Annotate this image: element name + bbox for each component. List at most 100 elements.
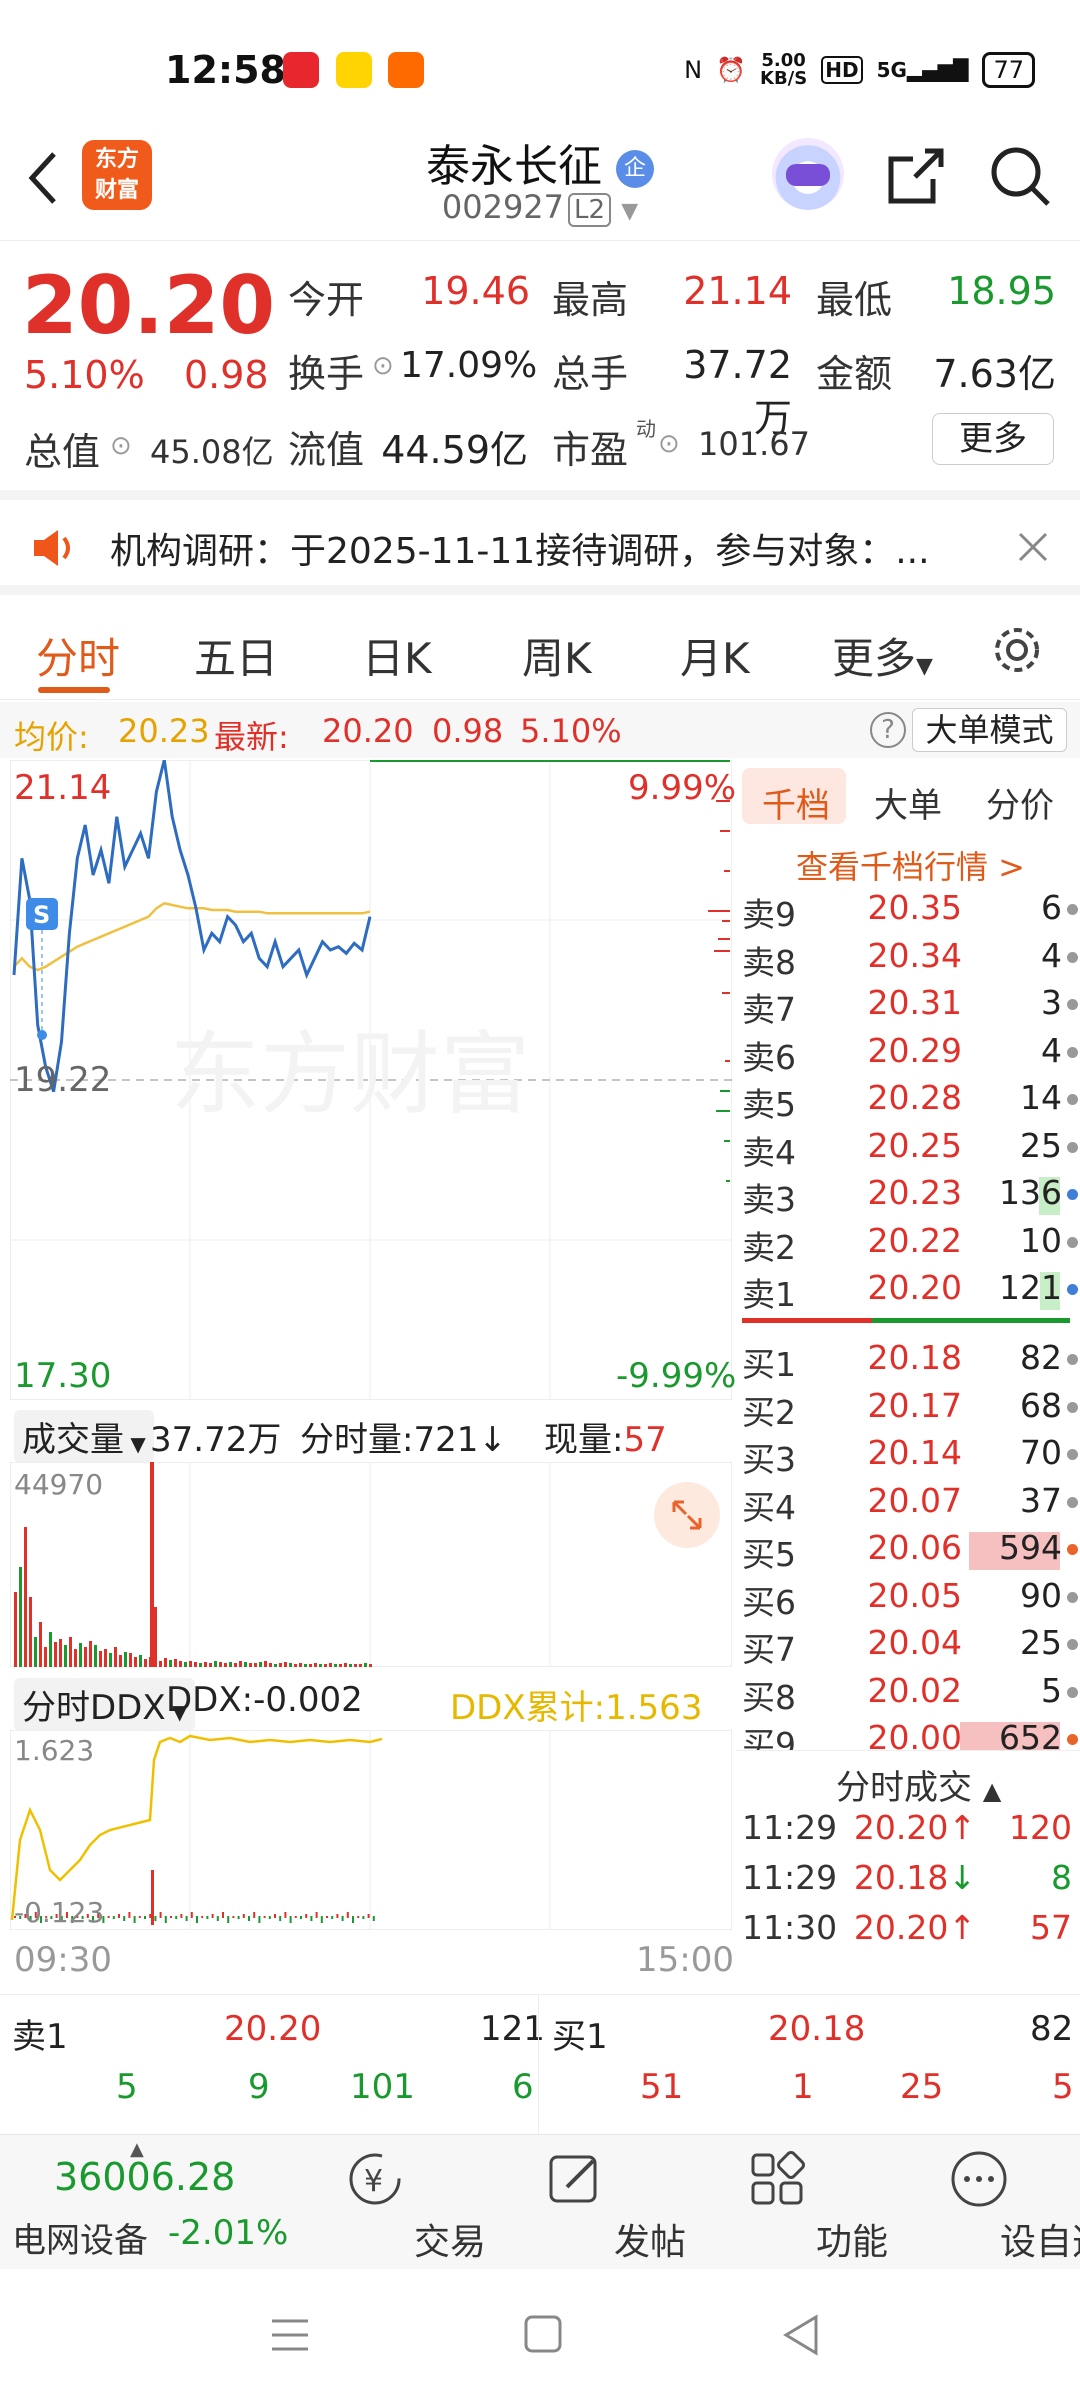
tab-big-orders[interactable]: 大单 [874,778,942,827]
search-icon[interactable] [988,144,1052,208]
ddx-chart: 1.623 -0.123 [9,1729,733,1931]
close-icon[interactable] [1016,530,1050,564]
ddx-bar [284,1912,287,1918]
assistant-avatar-icon[interactable] [772,138,844,210]
volume-bar [84,1647,87,1667]
sell-queue-item: 101 [350,2067,415,2107]
price-info-bar: 均价: 20.23 最新: 20.20 0.98 5.10% ? 大单模式 [0,702,1080,758]
back-nav-icon[interactable] [780,2313,822,2357]
nav-trade[interactable]: ¥ 交易 [300,2135,486,2270]
ddx-bar [180,1914,183,1918]
volume-bar [44,1647,47,1667]
ddx-bar [107,1916,110,1918]
ddx-top-label: 1.623 [14,1734,95,1767]
view-depth-link[interactable]: 查看千档行情 > [796,842,1025,888]
ddx-bar [336,1914,339,1918]
ddx-bar [346,1912,349,1918]
order-dot-icon [1067,1094,1078,1105]
info-icon[interactable]: ⊙ [658,429,680,459]
nav-post[interactable]: 发帖 [500,2135,686,2270]
ask-volume: 25 [1020,1125,1062,1165]
info-icon[interactable]: ⊙ [110,431,132,461]
settings-gear-icon[interactable] [990,623,1044,677]
ddx-bar [164,1916,167,1923]
ask-row[interactable]: 卖4 20.25 25 [736,1126,1080,1172]
bid-row[interactable]: 买8 20.02 5 [736,1671,1080,1717]
trade-volume: 8 [1051,1858,1072,1897]
ask-row[interactable]: 卖3 20.23 136 [736,1173,1080,1219]
volume-indicator-dropdown[interactable]: 成交量 ▼ [14,1410,154,1463]
share-icon[interactable] [885,145,947,207]
bottom-nav: ▲ 36006.28 电网设备 -2.01% ¥ 交易 发帖 功能 设自选 [0,2134,1080,2269]
index-ticker[interactable]: ▲ 36006.28 电网设备 -2.01% [0,2135,300,2270]
ask-row[interactable]: 卖1 20.20 121 [736,1268,1080,1314]
volume-bar [234,1663,237,1667]
buy-queue-item: 25 [900,2067,944,2107]
volume-bar [174,1659,177,1667]
buy-queue-item: 1 [792,2067,814,2107]
menu-icon[interactable] [268,2315,312,2355]
expand-icon[interactable] [654,1482,720,1548]
bid-row[interactable]: 买3 20.14 70 [736,1433,1080,1479]
help-icon[interactable]: ? [870,712,906,748]
tab-intraday[interactable]: 分时 [36,625,120,686]
ddx-bar [357,1916,360,1918]
more-button[interactable]: 更多 [932,413,1054,465]
intraday-chart[interactable]: 东方财富 S 21.14 19.22 17.30 9.99% -9.99% [10,760,736,1400]
ask-row[interactable]: 卖9 20.35 6 [736,888,1080,934]
level2-badge[interactable]: L2 [568,193,612,227]
volume-bar [64,1645,67,1667]
order-dot-icon [1067,1686,1078,1698]
watermark: 东方财富 [170,1022,530,1127]
ask-label: 卖7 [742,990,796,1029]
bid-price: 20.18 [867,1338,962,1377]
index-value: 36006.28 [54,2155,236,2199]
volume-bar [369,1664,372,1667]
bid-row[interactable]: 买4 20.07 37 [736,1481,1080,1527]
ask-row[interactable]: 卖2 20.22 10 [736,1221,1080,1267]
ask-label: 卖1 [742,1275,796,1314]
nav-functions[interactable]: 功能 [702,2135,888,2270]
volume-bar [364,1663,367,1667]
home-icon[interactable] [522,2313,564,2355]
nav-add-watchlist[interactable]: 设自选 [904,2135,1080,2270]
news-banner[interactable]: 机构调研：于2025-11-11接待调研，参与对象：... [0,490,1080,595]
x-end-label: 15:00 [636,1940,734,1980]
tab-monthly-k[interactable]: 月K [680,625,750,686]
tab-daily-k[interactable]: 日K [362,625,432,686]
tab-weekly-k[interactable]: 周K [522,625,592,686]
ddx-bar [216,1916,219,1921]
avg-price-label: 均价: [14,718,89,756]
bid-row[interactable]: 买6 20.05 90 [736,1576,1080,1622]
buy1-price: 20.18 [768,2009,866,2049]
ask-row[interactable]: 卖8 20.34 4 [736,936,1080,982]
active-tab-indicator [38,687,110,693]
ddx-bar [352,1916,354,1923]
volume-bar [339,1664,342,1667]
bid-row[interactable]: 买7 20.04 25 [736,1623,1080,1669]
ddx-bar [310,1916,313,1921]
bid-row[interactable]: 买1 20.18 82 [736,1338,1080,1384]
trades-title[interactable]: 分时成交 ▲ [836,1760,1001,1809]
ask-row[interactable]: 卖5 20.28 14 [736,1078,1080,1124]
bid-ask-summary: 卖1 20.20 121 5 9 101 6 买1 20.18 82 51 1 … [0,1994,1080,2135]
y-top-label: 21.14 [14,768,112,808]
tab-more[interactable]: 更多▼ [832,625,933,686]
bid-row[interactable]: 买5 20.06 594 [736,1528,1080,1574]
bid-row[interactable]: 买2 20.17 68 [736,1386,1080,1432]
ask-row[interactable]: 卖7 20.31 3 [736,983,1080,1029]
tab-price-dist[interactable]: 分价 [986,778,1054,827]
ask-price: 20.29 [867,1030,962,1070]
tab-five-day[interactable]: 五日 [194,625,278,686]
bid-price: 20.07 [867,1480,962,1520]
edit-icon [549,2155,597,2203]
ask-row[interactable]: 卖6 20.29 4 [736,1031,1080,1077]
info-icon[interactable]: ⊙ [372,351,394,381]
percent-small: 5.10% [520,712,622,750]
big-order-mode-button[interactable]: 大单模式 [912,708,1067,752]
ddx-bar [268,1916,271,1919]
nfc-icon: N [684,56,703,84]
tab-level-quotes[interactable]: 千档 [762,778,830,827]
volume-profile-tick [726,1180,730,1182]
ddx-bar [159,1912,162,1918]
